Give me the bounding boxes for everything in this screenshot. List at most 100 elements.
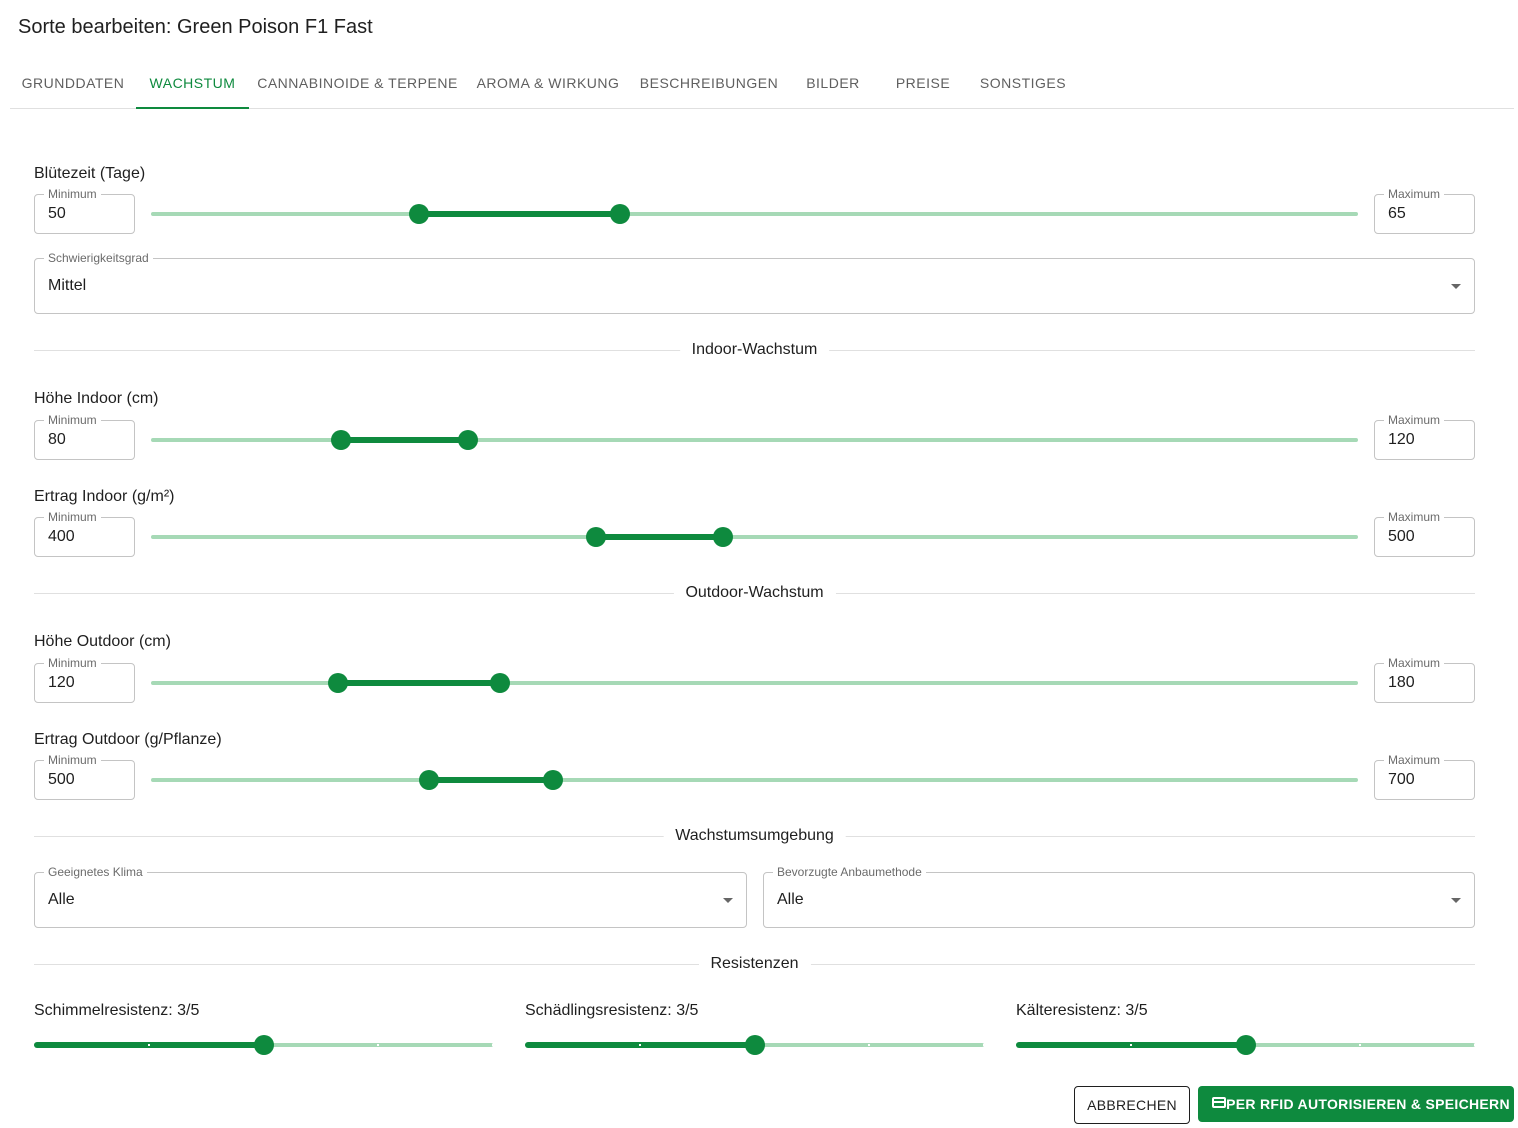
ertrag-outdoor-label: Ertrag Outdoor (g/Pflanze)	[34, 731, 222, 748]
ertrag-indoor-max-value: 500	[1388, 528, 1415, 545]
max-field-label: Maximum	[1384, 412, 1445, 428]
schwierigkeitsgrad-value: Mittel	[48, 277, 87, 294]
slider-step-mark	[1359, 1044, 1362, 1046]
slider-thumb[interactable]	[744, 1035, 765, 1055]
tab-bilder[interactable]: Bilder	[788, 58, 878, 108]
slider-track	[341, 437, 468, 443]
slider-rail	[151, 212, 1358, 216]
dialog-title: Sorte bearbeiten: Green Poison F1 Fast	[18, 16, 373, 38]
dropdown-arrow-icon	[1451, 284, 1461, 289]
ertrag-outdoor-max-thumb[interactable]	[543, 770, 563, 790]
ertrag-outdoor-min-input[interactable]: Minimum 500	[34, 752, 135, 800]
ertrag-indoor-label: Ertrag Indoor (g/m²)	[34, 488, 175, 505]
hoehe-indoor-min-value: 80	[48, 431, 66, 448]
slider-track	[596, 534, 723, 540]
hoehe-outdoor-max-thumb[interactable]	[490, 673, 510, 693]
ertrag-indoor-min-value: 400	[48, 528, 75, 545]
slider-track	[338, 680, 500, 686]
ertrag-outdoor-min-thumb[interactable]	[419, 770, 439, 790]
tab-wachstum[interactable]: Wachstum	[136, 58, 249, 109]
schimmelresistenz-label: Schimmelresistenz: 3/5	[34, 1002, 200, 1019]
ertrag-outdoor-range-slider[interactable]	[151, 770, 1358, 790]
section-divider-indoor: Indoor-Wachstum	[34, 340, 1475, 360]
slider-track	[419, 211, 620, 217]
bluetezeit-label: Blütezeit (Tage)	[34, 165, 146, 182]
hoehe-outdoor-min-value: 120	[48, 674, 75, 691]
slider-step-mark	[147, 1044, 150, 1046]
ertrag-outdoor-max-input[interactable]: Maximum 700	[1374, 752, 1475, 800]
section-divider-umgebung: Wachstumsumgebung	[34, 826, 1475, 846]
min-field-label: Minimum	[44, 412, 101, 428]
slider-step-mark	[638, 1044, 641, 1046]
hoehe-indoor-max-thumb[interactable]	[458, 430, 478, 450]
hoehe-outdoor-max-value: 180	[1388, 674, 1415, 691]
slider-step-mark	[377, 1044, 380, 1046]
klima-value: Alle	[48, 891, 75, 908]
bluetezeit-range-slider[interactable]	[151, 204, 1358, 224]
schwierigkeitsgrad-select[interactable]: Schwierigkeitsgrad Mittel	[34, 250, 1475, 314]
hoehe-indoor-min-input[interactable]: Minimum 80	[34, 412, 135, 460]
tab-preise[interactable]: Preise	[878, 58, 968, 108]
schaedlingsresistenz-slider[interactable]	[525, 1035, 985, 1055]
max-field-label: Maximum	[1384, 509, 1445, 525]
ertrag-indoor-min-input[interactable]: Minimum 400	[34, 509, 135, 557]
hoehe-indoor-label: Höhe Indoor (cm)	[34, 390, 159, 407]
cancel-button[interactable]: Abbrechen	[1074, 1086, 1190, 1124]
hoehe-indoor-max-input[interactable]: Maximum 120	[1374, 412, 1475, 460]
slider-track	[429, 777, 553, 783]
section-title-indoor: Indoor-Wachstum	[679, 340, 830, 360]
tab-aroma-wirkung[interactable]: Aroma & Wirkung	[466, 58, 630, 108]
ertrag-indoor-min-thumb[interactable]	[586, 527, 606, 547]
schimmelresistenz-slider[interactable]	[34, 1035, 494, 1055]
bluetezeit-min-input[interactable]: Minimum 50	[34, 186, 135, 234]
hoehe-indoor-max-value: 120	[1388, 431, 1415, 448]
dropdown-arrow-icon	[723, 898, 733, 903]
hoehe-indoor-range-slider[interactable]	[151, 430, 1358, 450]
bluetezeit-max-thumb[interactable]	[610, 204, 630, 224]
tab-sonstiges[interactable]: Sonstiges	[968, 58, 1078, 108]
ertrag-indoor-range-slider[interactable]	[151, 527, 1358, 547]
tab-beschreibungen[interactable]: Beschreibungen	[630, 58, 788, 108]
bluetezeit-min-thumb[interactable]	[409, 204, 429, 224]
section-title-resistenzen: Resistenzen	[698, 954, 811, 974]
bluetezeit-max-value: 65	[1388, 205, 1406, 222]
max-field-label: Maximum	[1384, 752, 1445, 768]
hoehe-indoor-min-thumb[interactable]	[331, 430, 351, 450]
bluetezeit-min-value: 50	[48, 205, 66, 222]
schwierigkeitsgrad-label: Schwierigkeitsgrad	[44, 250, 153, 266]
section-title-umgebung: Wachstumsumgebung	[663, 826, 846, 846]
save-rfid-button[interactable]: Per RFID autorisieren & speichern	[1198, 1086, 1514, 1122]
dropdown-arrow-icon	[1451, 898, 1461, 903]
hoehe-outdoor-label: Höhe Outdoor (cm)	[34, 633, 171, 650]
ertrag-indoor-max-thumb[interactable]	[713, 527, 733, 547]
slider-step-mark	[868, 1044, 871, 1046]
klima-label: Geeignetes Klima	[44, 864, 147, 880]
anbaumethode-select[interactable]: Bevorzugte Anbaumethode Alle	[763, 864, 1475, 928]
bluetezeit-max-input[interactable]: Maximum 65	[1374, 186, 1475, 234]
tab-bar: Grunddaten Wachstum Cannabinoide & Terpe…	[10, 58, 1514, 109]
max-field-label: Maximum	[1384, 186, 1445, 202]
klima-select[interactable]: Geeignetes Klima Alle	[34, 864, 747, 928]
hoehe-outdoor-min-thumb[interactable]	[328, 673, 348, 693]
credit-card-icon	[1212, 1097, 1226, 1108]
save-rfid-label: Per RFID autorisieren & speichern	[1226, 1096, 1510, 1112]
tab-cannabinoide-terpene[interactable]: Cannabinoide & Terpene	[249, 58, 466, 108]
min-field-label: Minimum	[44, 655, 101, 671]
min-field-label: Minimum	[44, 186, 101, 202]
section-title-outdoor: Outdoor-Wachstum	[673, 583, 836, 603]
slider-step-mark	[1474, 1044, 1476, 1046]
slider-step-mark	[492, 1044, 494, 1046]
hoehe-outdoor-range-slider[interactable]	[151, 673, 1358, 693]
slider-step-mark	[1129, 1044, 1132, 1046]
tab-grunddaten[interactable]: Grunddaten	[10, 58, 136, 108]
hoehe-outdoor-min-input[interactable]: Minimum 120	[34, 655, 135, 703]
ertrag-indoor-max-input[interactable]: Maximum 500	[1374, 509, 1475, 557]
section-divider-outdoor: Outdoor-Wachstum	[34, 583, 1475, 603]
kaelteresistenz-label: Kälteresistenz: 3/5	[1016, 1002, 1148, 1019]
slider-thumb[interactable]	[1235, 1035, 1256, 1055]
kaelteresistenz-slider[interactable]	[1016, 1035, 1476, 1055]
anbaumethode-value: Alle	[777, 891, 804, 908]
slider-thumb[interactable]	[253, 1035, 274, 1055]
hoehe-outdoor-max-input[interactable]: Maximum 180	[1374, 655, 1475, 703]
ertrag-outdoor-min-value: 500	[48, 771, 75, 788]
